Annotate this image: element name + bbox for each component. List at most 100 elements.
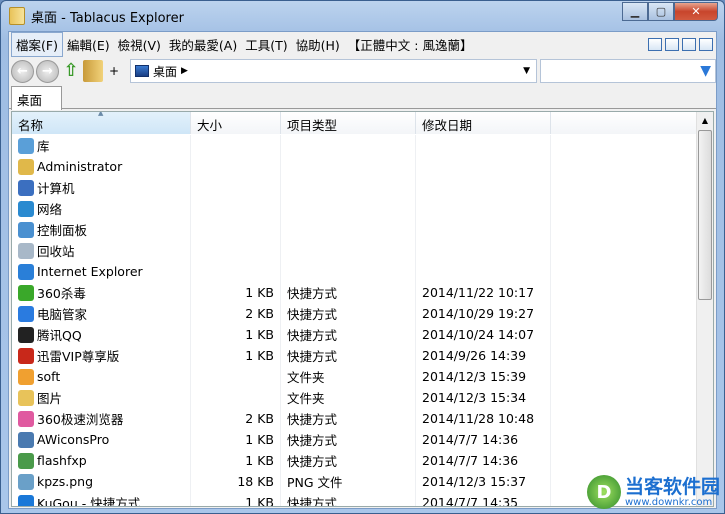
layout-single-icon[interactable] [648,38,662,51]
cell-blank [551,261,698,282]
table-row[interactable]: 360极速浏览器 2 KB 快捷方式 2014/11/28 10:48 [12,408,698,429]
layout-quad-icon[interactable] [699,38,713,51]
table-row[interactable]: 控制面板 [12,219,698,240]
table-row[interactable]: Internet Explorer [12,261,698,282]
column-blank [551,112,698,134]
cell-type [281,261,416,282]
cell-size [191,135,281,156]
menu-favorites[interactable]: 我的最愛(A) [165,33,241,56]
cell-date: 2014/10/24 14:07 [416,324,551,345]
table-row[interactable]: Administrator [12,156,698,177]
address-bar[interactable]: 桌面 ▶ ▼ [130,59,537,83]
cell-type: 快捷方式 [281,408,416,429]
cell-type: PNG 文件 [281,471,416,492]
cell-type: 快捷方式 [281,345,416,366]
ie-icon [18,263,34,280]
menu-language[interactable]: 【正體中文 : 風逸蘭】 [344,33,477,56]
cell-name: 计算机 [12,177,191,198]
cell-type [281,219,416,240]
vertical-scrollbar[interactable]: ▲ [696,112,713,506]
menu-tools[interactable]: 工具(T) [241,33,291,56]
breadcrumb-arrow-icon[interactable]: ▶ [181,66,188,76]
cell-blank [551,345,698,366]
cell-blank [551,303,698,324]
table-row[interactable]: 计算机 [12,177,698,198]
cell-name: 网络 [12,198,191,219]
column-name-label: 名称 [18,118,44,133]
cell-name: Internet Explorer [12,261,191,282]
cell-blank [551,219,698,240]
computer-icon [18,179,34,196]
cell-name: 回收站 [12,240,191,261]
column-size[interactable]: 大小 [191,112,281,134]
address-path[interactable]: 桌面 [153,63,177,80]
table-row[interactable]: 电脑管家 2 KB 快捷方式 2014/10/29 19:27 [12,303,698,324]
file-name: 计算机 [37,181,75,196]
table-row[interactable]: 库 [12,135,698,156]
cell-date: 2014/9/26 14:39 [416,345,551,366]
cell-name: 库 [12,135,191,156]
cell-size: 1 KB [191,492,281,506]
up-folder-button[interactable]: ⇧ [61,60,81,82]
file-name: 腾讯QQ [37,328,82,343]
close-button[interactable]: ✕ [674,2,718,21]
layout-vertical-icon[interactable] [682,38,696,51]
cell-date: 2014/7/7 14:36 [416,450,551,471]
column-type[interactable]: 项目类型 [281,112,416,134]
column-date[interactable]: 修改日期 [416,112,551,134]
cell-type [281,177,416,198]
back-button[interactable]: ← [11,59,34,83]
table-row[interactable]: 迅雷VIP尊享版 1 KB 快捷方式 2014/9/26 14:39 [12,345,698,366]
menu-file[interactable]: 檔案(F) [11,32,63,57]
scroll-thumb[interactable] [698,130,712,300]
filter-icon[interactable]: ▼ [700,63,711,79]
column-name[interactable]: ▲ 名称 [12,112,191,134]
cell-date [416,261,551,282]
control-panel-icon [18,221,34,238]
menu-view[interactable]: 檢視(V) [114,33,165,56]
table-row[interactable]: 回收站 [12,240,698,261]
cell-date: 2014/11/28 10:48 [416,408,551,429]
cell-type: 文件夹 [281,366,416,387]
network-icon [18,200,34,217]
cell-size [191,240,281,261]
cell-size: 2 KB [191,303,281,324]
scroll-up-icon[interactable]: ▲ [697,112,713,129]
cell-size: 1 KB [191,429,281,450]
maximize-button[interactable]: ▢ [648,2,674,21]
address-dropdown-icon[interactable]: ▼ [523,66,530,76]
toolbar: ← → ⇧ + 桌面 ▶ ▼ ▼ [9,57,716,85]
pc-manager-icon [18,305,34,322]
folders-button[interactable] [83,60,103,82]
minimize-button[interactable]: ▁ [622,2,648,21]
table-row[interactable]: 360杀毒 1 KB 快捷方式 2014/11/22 10:17 [12,282,698,303]
cell-type: 快捷方式 [281,492,416,506]
forward-button[interactable]: → [36,59,59,83]
table-row[interactable]: 腾讯QQ 1 KB 快捷方式 2014/10/24 14:07 [12,324,698,345]
layout-horizontal-icon[interactable] [665,38,679,51]
menu-edit[interactable]: 編輯(E) [63,33,114,56]
cell-name: flashfxp [12,450,191,471]
search-input[interactable]: ▼ [540,59,716,83]
cell-size: 1 KB [191,324,281,345]
cell-date [416,219,551,240]
cell-type [281,135,416,156]
table-row[interactable]: AWiconsPro 1 KB 快捷方式 2014/7/7 14:36 [12,429,698,450]
cell-name: KuGou - 快捷方式 [12,492,191,507]
table-row[interactable]: 图片 文件夹 2014/12/3 15:34 [12,387,698,408]
file-name: 360杀毒 [37,286,86,301]
menu-help[interactable]: 協助(H) [292,33,344,56]
table-row[interactable]: soft 文件夹 2014/12/3 15:39 [12,366,698,387]
new-tab-button[interactable]: + [109,64,119,78]
cell-blank [551,135,698,156]
table-row[interactable]: flashfxp 1 KB 快捷方式 2014/7/7 14:36 [12,450,698,471]
file-name: KuGou - 快捷方式 [37,496,141,507]
tab-desktop[interactable]: 桌面 [11,86,62,110]
title-bar: 桌面 - Tablacus Explorer [9,5,184,27]
file-name: Administrator [37,159,123,174]
cell-date: 2014/7/7 14:35 [416,492,551,506]
desktop-icon [135,65,149,77]
table-row[interactable]: 网络 [12,198,698,219]
cell-blank [551,366,698,387]
file-name: 电脑管家 [37,307,88,322]
